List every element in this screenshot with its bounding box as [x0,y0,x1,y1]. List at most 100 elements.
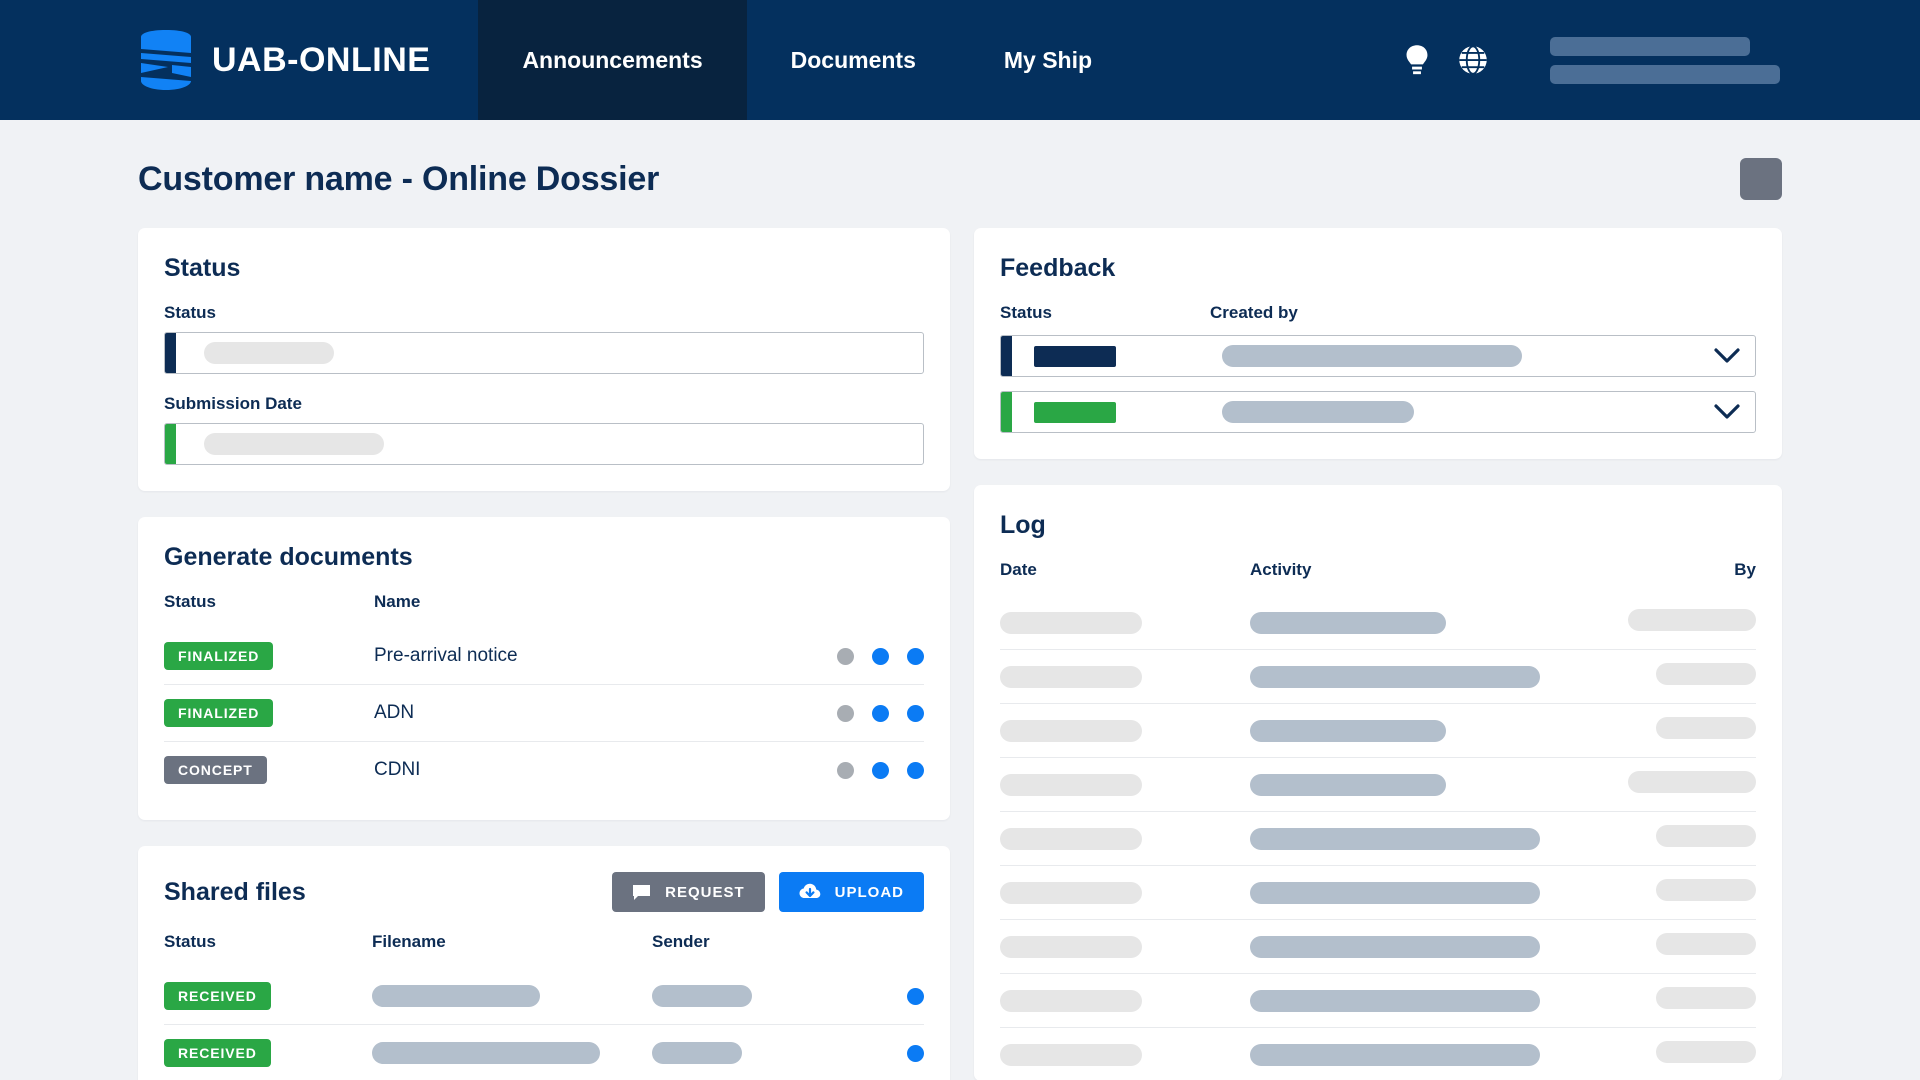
col-filename: Filename [372,932,446,951]
user-menu[interactable] [1550,36,1780,84]
by-placeholder [1656,987,1756,1009]
cell-date [1000,973,1250,1028]
action-dot-disabled[interactable] [837,704,854,722]
created-by-placeholder [1222,401,1414,423]
table-row[interactable]: RECEIVED [164,1024,924,1080]
filename-placeholder [372,1042,600,1064]
table-row[interactable] [1000,865,1756,920]
date-placeholder [1000,773,1142,796]
col-date: Date [1000,560,1037,579]
submission-date-value-placeholder [204,433,384,455]
nav-item-documents[interactable]: Documents [747,0,960,120]
cell-by [1596,811,1756,866]
nav-label: Documents [790,46,916,73]
globe-icon[interactable] [1458,44,1488,76]
created-by-placeholder [1222,345,1522,367]
cell-date [1000,1027,1250,1080]
settings-square-button[interactable] [1740,158,1782,200]
shared-files-header: Shared files REQUEST UPLOAD [164,872,924,912]
status-badge: CONCEPT [164,756,267,784]
cell-by [1596,973,1756,1028]
feedback-created-by-cell [1222,392,1699,432]
feedback-card: Feedback Status Created by [974,228,1782,459]
cell-activity [1250,703,1596,758]
by-placeholder [1656,825,1756,847]
lightbulb-icon[interactable] [1402,44,1432,76]
submission-date-input[interactable] [164,423,924,465]
cell-name: Pre-arrival notice [374,645,518,666]
table-row[interactable] [1000,811,1756,866]
status-field-label: Status [164,303,216,322]
col-status: Status [164,932,216,951]
by-placeholder [1656,933,1756,955]
status-input[interactable] [164,332,924,374]
shared-files-card: Shared files REQUEST UPLOAD Status Filen… [138,846,950,1080]
cell-activity [1250,973,1596,1028]
cell-activity [1250,811,1596,866]
feedback-status-placeholder [1034,401,1116,423]
action-dot-download[interactable] [907,987,924,1005]
action-dot-view[interactable] [907,704,924,722]
table-row[interactable] [1000,596,1756,650]
generate-documents-table: Status Name FINALIZED Pre-arrival notice [164,592,924,798]
feedback-row[interactable] [1000,391,1756,433]
cell-date [1000,865,1250,920]
request-button-label: REQUEST [665,883,745,901]
action-dot-download[interactable] [872,704,889,722]
table-row[interactable] [1000,973,1756,1028]
by-placeholder [1656,717,1756,739]
table-row[interactable]: CONCEPT CDNI [164,741,924,798]
action-dot-download[interactable] [872,647,889,665]
table-row[interactable]: FINALIZED ADN [164,684,924,742]
cell-date [1000,703,1250,758]
action-dot-view[interactable] [907,647,924,665]
cell-date [1000,757,1250,812]
cell-by [1596,1027,1756,1080]
date-placeholder [1000,989,1142,1012]
upload-button[interactable]: UPLOAD [778,872,924,912]
cell-sender [652,968,864,1025]
request-button[interactable]: REQUEST [612,872,765,912]
brand[interactable]: UAB-ONLINE [0,0,478,120]
log-title: Log [1000,511,1046,539]
cell-actions [864,1024,924,1080]
table-row[interactable]: RECEIVED [164,968,924,1025]
generate-documents-title: Generate documents [164,543,413,571]
table-row[interactable] [1000,649,1756,704]
feedback-row[interactable] [1000,335,1756,377]
feedback-status-placeholder [1034,345,1116,367]
submission-date-field-label: Submission Date [164,394,302,413]
cell-name: ADN [374,684,774,742]
table-row[interactable]: FINALIZED Pre-arrival notice [164,628,924,685]
status-badge: FINALIZED [164,642,274,670]
brand-name: UAB-ONLINE [212,40,431,79]
cell-activity [1250,919,1596,974]
table-row[interactable] [1000,757,1756,812]
header-actions [1402,0,1920,120]
generate-documents-card: Generate documents Status Name FINALIZED [138,517,950,820]
action-dot-disabled[interactable] [837,761,854,779]
table-row[interactable] [1000,919,1756,974]
cell-status: RECEIVED [164,1024,372,1080]
nav-item-my-ship[interactable]: My Ship [960,0,1136,120]
feedback-expand-toggle[interactable] [1699,336,1755,376]
action-dot-view[interactable] [907,761,924,779]
action-dot-download[interactable] [872,761,889,779]
activity-placeholder [1250,773,1446,796]
status-card-title: Status [164,254,241,282]
page-title-row: Customer name - Online Dossier [138,120,1782,228]
cell-by [1596,919,1756,974]
by-placeholder [1628,609,1756,631]
date-placeholder [1000,881,1142,904]
date-placeholder [1000,935,1142,958]
uab-logo-icon [141,30,191,90]
table-row[interactable] [1000,1027,1756,1080]
action-dot-disabled[interactable] [837,647,854,665]
cell-activity [1250,649,1596,704]
activity-placeholder [1250,1043,1540,1066]
log-table: Date Activity By [1000,560,1756,1080]
table-row[interactable] [1000,703,1756,758]
nav-item-announcements[interactable]: Announcements [478,0,747,120]
action-dot-download[interactable] [907,1044,924,1062]
feedback-expand-toggle[interactable] [1699,392,1755,432]
